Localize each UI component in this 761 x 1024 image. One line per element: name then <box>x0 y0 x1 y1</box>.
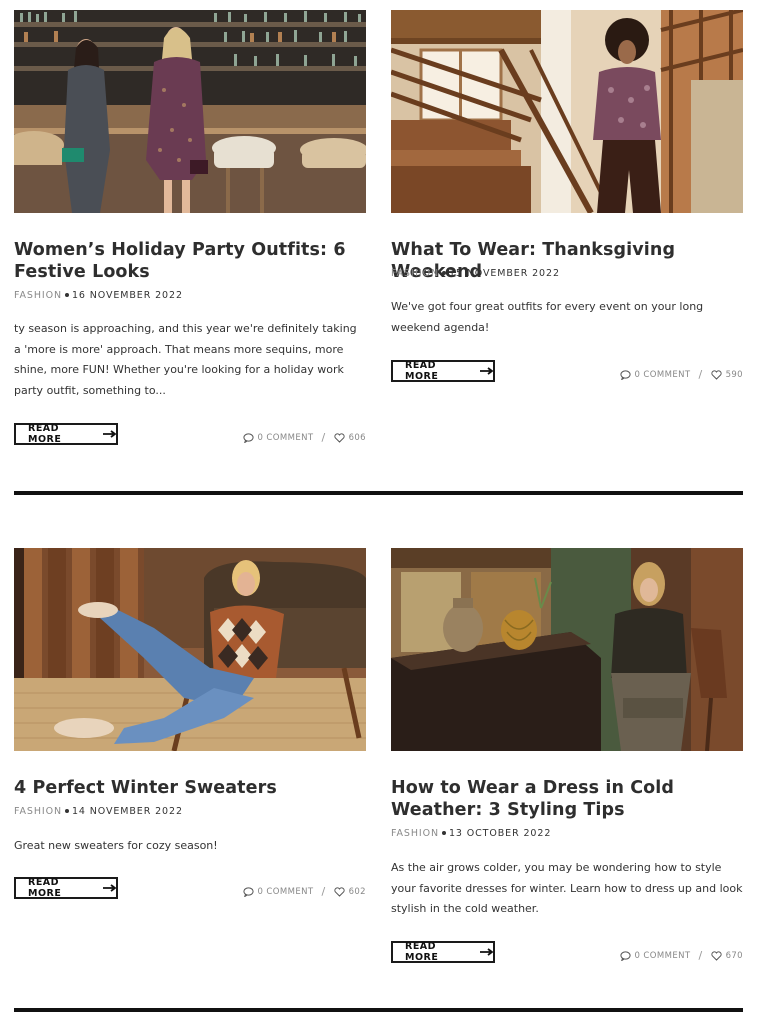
post-image[interactable] <box>391 548 743 751</box>
post-title[interactable]: Women’s Holiday Party Outfits: 6 Festive… <box>14 239 366 283</box>
post-meta: FASHION 14 NOVEMBER 2022 <box>14 806 183 817</box>
stats-separator: / <box>321 885 326 898</box>
meta-separator-dot <box>64 292 69 297</box>
read-more-label: READ MORE <box>28 423 62 445</box>
comment-count[interactable]: 0 COMMENT <box>258 887 314 897</box>
post-meta: FASHION 15 NOVEMBER 2022 <box>391 268 560 279</box>
meta-separator-dot <box>441 830 446 835</box>
post-date: 14 NOVEMBER 2022 <box>71 806 183 817</box>
meta-separator-dot <box>441 270 446 275</box>
read-more-button[interactable]: READ MORE <box>391 941 495 963</box>
staircase-scene-image <box>391 10 743 213</box>
read-more-button[interactable]: READ MORE <box>391 360 495 382</box>
post-image[interactable] <box>391 10 743 213</box>
stats-separator: / <box>698 949 703 962</box>
post-stats: 0 COMMENT / 606 <box>242 431 366 444</box>
like-count: 590 <box>725 369 743 380</box>
post-meta: FASHION 13 OCTOBER 2022 <box>391 828 551 839</box>
read-more-label: READ MORE <box>405 360 439 382</box>
dress-scene-image <box>391 548 743 751</box>
post-excerpt: We've got four great outfits for every e… <box>391 300 704 334</box>
heart-icon[interactable] <box>710 950 722 961</box>
heart-icon[interactable] <box>333 886 345 897</box>
comment-icon <box>619 950 631 961</box>
post-excerpt: ty season is approaching, and this year … <box>14 322 357 397</box>
sweater-scene-image <box>14 548 366 751</box>
post-image[interactable] <box>14 10 366 213</box>
post-stats: 0 COMMENT / 670 <box>619 949 743 962</box>
comment-icon <box>242 432 254 443</box>
post-category[interactable]: FASHION <box>391 828 439 839</box>
arrow-right-icon <box>103 430 116 438</box>
read-more-button[interactable]: READ MORE <box>14 423 118 445</box>
post-card: 4 Perfect Winter Sweaters FASHION 14 NOVE… <box>14 548 366 908</box>
row-divider <box>14 491 743 495</box>
post-date: 13 OCTOBER 2022 <box>448 828 552 839</box>
comment-count[interactable]: 0 COMMENT <box>635 370 691 380</box>
post-card: How to Wear a Dress in Cold Weather: 3 S… <box>391 548 743 973</box>
post-excerpt: As the air grows colder, you may be wond… <box>391 861 743 915</box>
like-count: 670 <box>725 950 743 961</box>
heart-icon[interactable] <box>710 369 722 380</box>
arrow-right-icon <box>480 367 493 375</box>
post-title[interactable]: 4 Perfect Winter Sweaters <box>14 777 366 799</box>
meta-separator-dot <box>64 808 69 813</box>
arrow-right-icon <box>480 948 493 956</box>
stats-separator: / <box>321 431 326 444</box>
read-more-label: READ MORE <box>28 877 62 899</box>
post-category[interactable]: FASHION <box>391 268 439 279</box>
post-card: What To Wear: Thanksgiving Weekend FASHI… <box>391 10 743 410</box>
post-category[interactable]: FASHION <box>14 806 62 817</box>
post-stats: 0 COMMENT / 590 <box>619 368 743 381</box>
post-stats: 0 COMMENT / 602 <box>242 885 366 898</box>
post-date: 16 NOVEMBER 2022 <box>71 290 183 301</box>
post-card: Women’s Holiday Party Outfits: 6 Festive… <box>14 10 366 450</box>
comment-count[interactable]: 0 COMMENT <box>258 433 314 443</box>
post-category[interactable]: FASHION <box>14 290 62 301</box>
heart-icon[interactable] <box>333 432 345 443</box>
stats-separator: / <box>698 368 703 381</box>
post-image[interactable] <box>14 548 366 751</box>
post-date: 15 NOVEMBER 2022 <box>448 268 560 279</box>
like-count: 606 <box>348 432 366 443</box>
comment-icon <box>619 369 631 380</box>
arrow-right-icon <box>103 884 116 892</box>
row-divider <box>14 1008 743 1012</box>
post-excerpt: Great new sweaters for cozy season! <box>14 839 218 852</box>
read-more-label: READ MORE <box>405 941 439 963</box>
bar-scene-image <box>14 10 366 213</box>
post-title[interactable]: How to Wear a Dress in Cold Weather: 3 S… <box>391 777 743 821</box>
comment-icon <box>242 886 254 897</box>
post-meta: FASHION 16 NOVEMBER 2022 <box>14 290 183 301</box>
comment-count[interactable]: 0 COMMENT <box>635 951 691 961</box>
like-count: 602 <box>348 886 366 897</box>
read-more-button[interactable]: READ MORE <box>14 877 118 899</box>
